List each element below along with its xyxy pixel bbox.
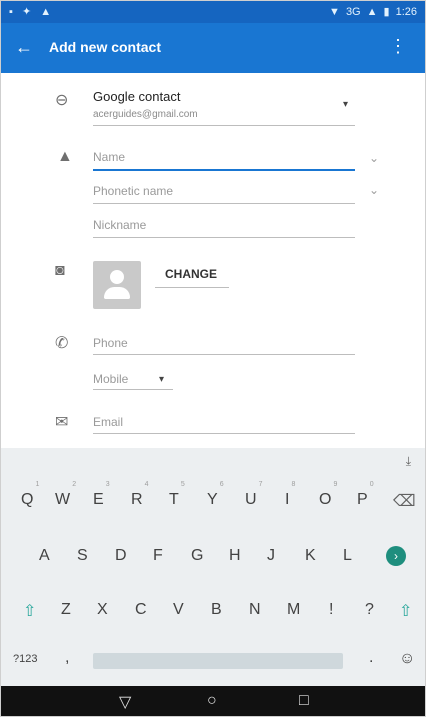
app-bar: ← Add new contact ⋮ [1,23,425,73]
account-email: acerguides@gmail.com [93,109,198,120]
keyboard-suggestion-strip: ⤓ [1,448,425,478]
phonetic-underline [93,203,355,204]
key-q[interactable]: Q1 [21,481,39,509]
key-h[interactable]: H [229,547,241,565]
shift-right-icon[interactable]: ⇧ [399,601,412,621]
key-question[interactable]: ? [365,601,374,619]
key-e[interactable]: E3 [93,481,110,509]
key-k[interactable]: K [305,547,316,565]
phonetic-name-input[interactable]: Phonetic name [93,184,173,198]
email-icon: ✉ [55,414,69,431]
contact-form: ⊖ Google contact acerguides@gmail.com ▾ … [1,73,425,448]
nickname-underline [93,237,355,238]
home-nav-icon[interactable]: ○ [207,692,217,710]
wifi-icon: ▼ [329,5,340,18]
name-expand-icon[interactable]: ⌄ [369,151,379,165]
key-x[interactable]: X [97,601,108,619]
key-d[interactable]: D [115,547,127,565]
phone-type-dropdown-arrow-icon[interactable]: ▾ [159,374,164,385]
key-y[interactable]: Y6 [207,481,224,509]
key-f[interactable]: F [153,547,163,565]
page-title: Add new contact [49,39,162,55]
key-o[interactable]: O9 [319,481,337,509]
account-dropdown-arrow-icon[interactable]: ▾ [343,99,348,110]
backspace-icon[interactable]: ⌫ [393,491,416,511]
back-nav-icon[interactable]: ▽ [119,692,131,712]
change-underline [155,287,229,288]
battery-icon: ▮ [383,6,390,18]
key-a[interactable]: A [39,547,50,565]
enter-key-icon[interactable]: › [386,546,406,566]
phone-underline [93,354,355,355]
status-bar: ▪ ✦ ▲ ▼ 3G ▲ ▮ 1:26 [1,1,425,23]
key-b[interactable]: B [211,601,222,619]
system-navigation-bar: ▽ ○ □ [1,686,425,716]
account-underline [93,125,355,126]
name-underline [93,169,355,171]
phone-type-select[interactable]: Mobile [93,372,128,386]
key-i[interactable]: I8 [285,481,295,509]
phone-screen: ▪ ✦ ▲ ▼ 3G ▲ ▮ 1:26 ← Add new contact ⋮ … [0,0,426,717]
key-c[interactable]: C [135,601,147,619]
contact-photo-placeholder[interactable] [93,261,141,309]
emoji-icon[interactable]: ☺ [399,650,415,668]
key-g[interactable]: G [191,547,203,565]
phone-icon: ✆ [55,335,69,352]
change-photo-button[interactable]: CHANGE [165,267,217,281]
nickname-input[interactable]: Nickname [93,218,146,232]
signal-icon: ▲ [366,5,378,18]
period-key[interactable]: . [369,649,373,667]
key-w[interactable]: W2 [55,481,76,509]
key-u[interactable]: U7 [245,481,263,509]
key-s[interactable]: S [77,547,88,565]
avatar-head [110,270,124,284]
key-exclamation[interactable]: ! [329,601,333,619]
email-input[interactable]: Email [93,415,123,429]
person-icon: ▲ [57,148,73,165]
phone-input[interactable]: Phone [93,336,128,350]
key-t[interactable]: T5 [169,481,185,509]
account-type[interactable]: Google contact [93,89,180,104]
avatar-body [104,287,130,299]
name-input[interactable]: Name [93,150,125,164]
symbols-key[interactable]: ?123 [13,653,37,665]
overflow-menu-icon[interactable]: ⋮ [389,37,407,55]
key-m[interactable]: M [287,601,300,619]
key-n[interactable]: N [249,601,261,619]
soft-keyboard: ⤓ Q1 W2 E3 R4 T5 Y6 U7 I8 O9 P0 ⌫ A S D … [1,448,425,686]
shift-left-icon[interactable]: ⇧ [23,601,36,621]
back-arrow-icon[interactable]: ← [15,38,33,56]
key-l[interactable]: L [343,547,352,565]
status-right: ▼ 3G ▲ ▮ 1:26 [329,5,417,19]
camera-icon: ◙ [55,262,65,279]
phonetic-expand-icon[interactable]: ⌄ [369,183,379,197]
comma-key[interactable]: , [65,649,69,667]
key-z[interactable]: Z [61,601,71,619]
spacebar[interactable] [93,653,343,669]
key-r[interactable]: R4 [131,481,149,509]
account-icon: ⊖ [55,92,69,109]
clock: 1:26 [395,5,417,18]
hide-keyboard-icon[interactable]: ⤓ [406,454,411,469]
key-v[interactable]: V [173,601,184,619]
network-label: 3G [345,5,361,18]
status-left-icons: ▪ ✦ ▲ [9,6,55,18]
key-j[interactable]: J [267,547,275,565]
phone-type-underline [93,389,173,390]
recents-nav-icon[interactable]: □ [299,692,309,710]
key-p[interactable]: P0 [357,481,374,509]
email-underline [93,433,355,434]
